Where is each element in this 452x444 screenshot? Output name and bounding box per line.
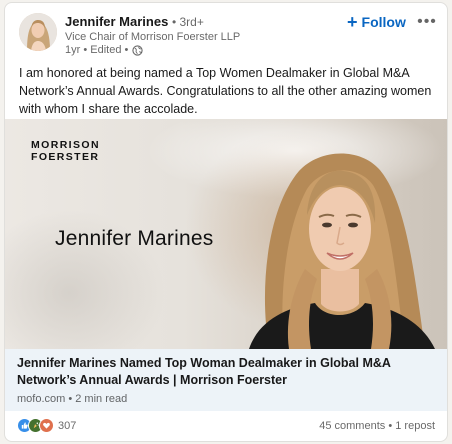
author-name-line: Jennifer Marines • 3rd+ [65,14,204,30]
post-time: 1yr • Edited • [65,44,129,56]
author-avatar[interactable] [19,13,57,51]
article-source: mofo.com • 2 min read [17,393,128,405]
article-title[interactable]: Jennifer Marines Named Top Woman Dealmak… [17,355,437,389]
avatar-photo [19,13,57,51]
social-counts-bar: 307 45 comments • 1 repost [5,415,447,437]
globe-icon [132,45,143,56]
image-name-caption: Jennifer Marines [55,227,214,250]
reaction-count: 307 [58,419,77,432]
follow-button[interactable]: + Follow [347,12,406,32]
reposts-count[interactable]: 1 repost [395,420,435,432]
author-name[interactable]: Jennifer Marines [65,14,168,29]
logo-line-2: FOERSTER [31,151,100,163]
follow-label: Follow [361,14,406,30]
comments-count[interactable]: 45 comments [319,420,385,432]
love-icon [39,418,54,433]
counts-separator: • [388,420,393,432]
author-headline: Vice Chair of Morrison Foerster LLP [65,31,241,43]
article-link-preview[interactable]: Jennifer Marines Named Top Woman Dealmak… [5,349,447,411]
portrait-photo [229,119,447,349]
post-meta: 1yr • Edited • [65,44,143,57]
logo-line-1: MORRISON [31,139,100,151]
connection-degree: • 3rd+ [171,15,204,29]
morrison-foerster-logo: MORRISON FOERSTER [31,139,100,163]
feed-post-card: Jennifer Marines • 3rd+ Vice Chair of Mo… [4,2,448,442]
engagement-counts: 45 comments • 1 repost [319,420,435,432]
plus-icon: + [347,12,358,32]
post-image[interactable]: MORRISON FOERSTER Jennifer Marines [5,119,447,349]
post-header: Jennifer Marines • 3rd+ Vice Chair of Mo… [5,3,447,61]
reactions-summary[interactable]: 307 [17,418,76,433]
post-text: I am honored at being named a Top Women … [19,66,432,116]
more-options-button[interactable]: ••• [416,12,438,32]
